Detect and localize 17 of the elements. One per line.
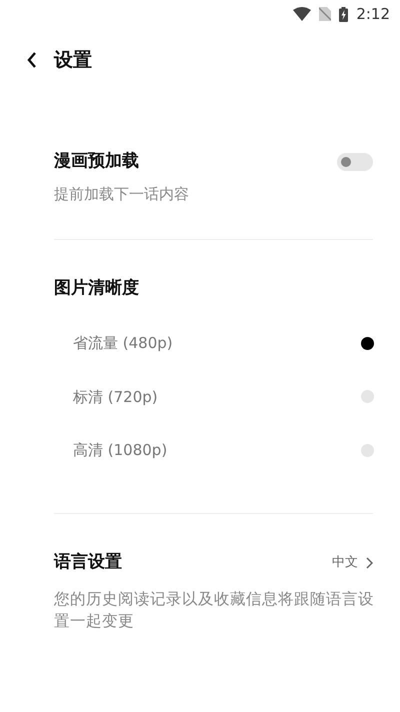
battery-icon <box>339 6 348 22</box>
back-icon <box>27 52 37 68</box>
wifi-icon <box>293 7 312 21</box>
setting-title: 语言设置 <box>54 551 122 574</box>
section-title: 图片清晰度 <box>53 277 140 300</box>
status-time: 2:12 <box>356 4 390 25</box>
setting-description: 提前加载下一话内容 <box>54 184 189 204</box>
toggle-switch[interactable] <box>337 153 373 171</box>
page-title: 设置 <box>54 48 92 73</box>
quality-option[interactable]: 省流量 (480p) <box>0 316 400 370</box>
quality-option[interactable]: 标清 (720p) <box>0 370 400 424</box>
quality-option[interactable]: 高清 (1080p) <box>0 424 400 477</box>
language-value[interactable]: 中文 <box>332 553 373 572</box>
setting-description: 您的历史阅读记录以及收藏信息将跟随语言设置一起变更 <box>54 588 375 632</box>
setting-title: 漫画预加载 <box>54 150 140 173</box>
no-sim-icon <box>319 7 332 21</box>
chevron-icon <box>366 556 373 569</box>
